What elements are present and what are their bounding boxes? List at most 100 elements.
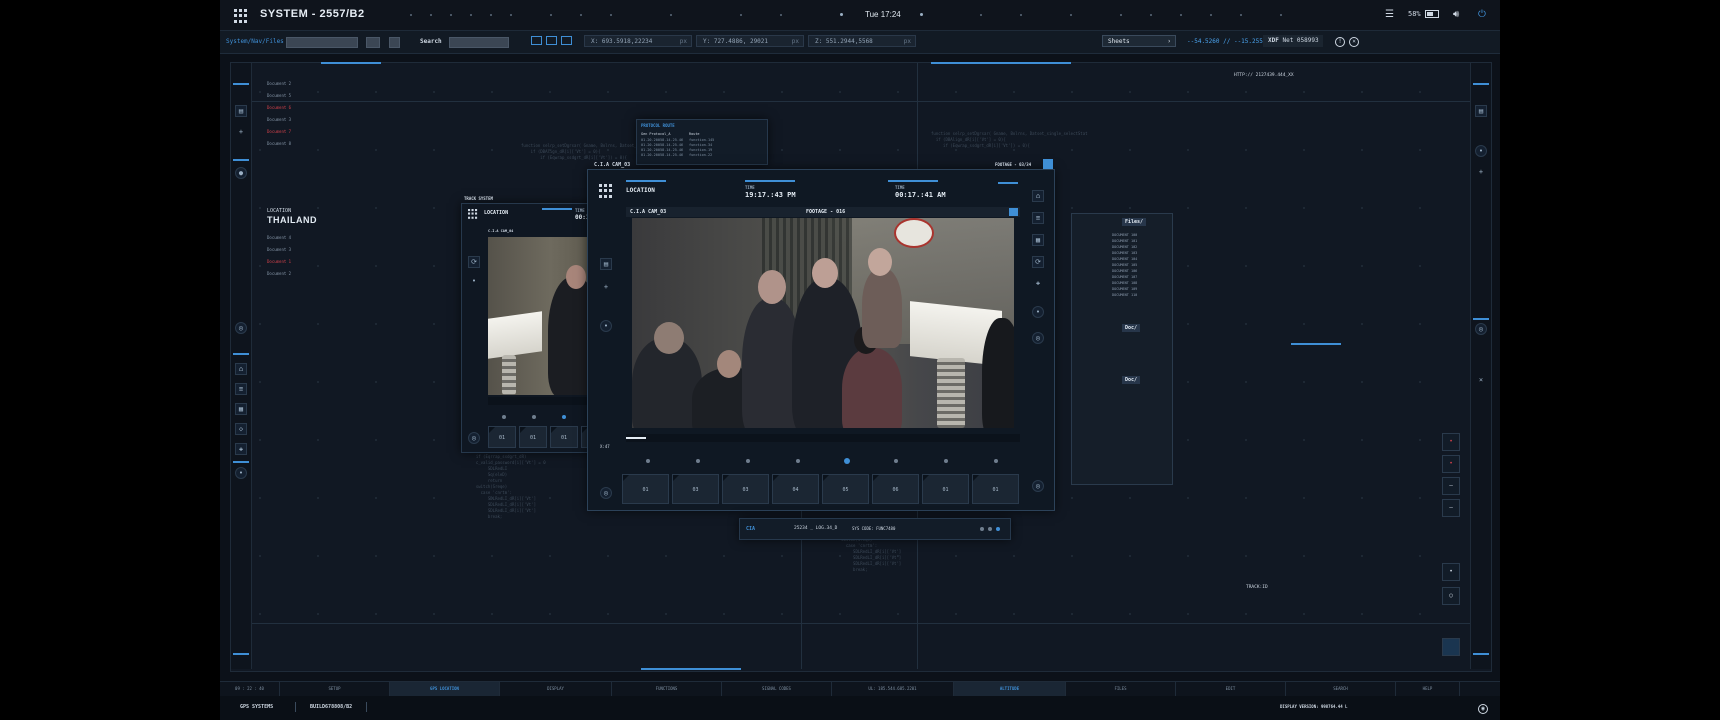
nav-item-display[interactable]: DISPLAY xyxy=(500,682,612,696)
document-item[interactable]: Document 7 xyxy=(267,129,291,134)
document-item[interactable]: Document 4 xyxy=(267,235,291,240)
crosshair-icon[interactable]: + xyxy=(235,127,247,139)
document-item[interactable]: Document 2 xyxy=(267,271,291,276)
coord-z-field[interactable]: Z: 551.2944,5568 px xyxy=(808,35,916,47)
thumbnail-3[interactable]: 01 xyxy=(550,426,578,448)
nav-item-files[interactable]: FILES xyxy=(1066,682,1176,696)
crosshair-icon[interactable]: + xyxy=(600,282,612,294)
sheets-select[interactable]: Sheets › xyxy=(1102,35,1176,47)
coord-x-field[interactable]: X: 693.5918,22234 px xyxy=(584,35,692,47)
refresh-icon[interactable]: ⟳ xyxy=(1032,256,1044,268)
info-icon[interactable]: ! xyxy=(1335,37,1345,47)
nav-item-signal-codes[interactable]: SIGNAL CODES xyxy=(722,682,832,696)
files-title[interactable]: Files/ xyxy=(1122,218,1147,226)
crosshair-icon[interactable]: + xyxy=(1475,167,1487,179)
camera-main-window[interactable]: C.I.A CAM_03 FOOTAGE - 03/34 LOCATION TI… xyxy=(587,159,1055,511)
minus-button[interactable]: – xyxy=(1442,477,1460,495)
document-item[interactable]: Document 8 xyxy=(267,141,291,146)
thumbnail-8[interactable]: 01 xyxy=(972,474,1019,504)
nav-item-09-22-40[interactable]: 09 : 22 : 40 xyxy=(220,682,280,696)
view-layout-icon[interactable] xyxy=(531,36,542,45)
xdf-field[interactable]: XDF Net 058993 xyxy=(1263,35,1323,47)
circle-button[interactable]: ○ xyxy=(1442,587,1460,605)
view-grid-icon[interactable] xyxy=(561,36,572,45)
layers-icon[interactable]: ≡ xyxy=(235,383,247,395)
nav-item-altitude[interactable]: ALTITUDE xyxy=(954,682,1066,696)
document-item[interactable]: Document 3 xyxy=(267,247,291,252)
list-icon[interactable]: ☰ xyxy=(1385,9,1394,20)
nav-item-gps-location[interactable]: GPS LOCATION xyxy=(390,682,500,696)
fullscreen-button[interactable] xyxy=(1009,208,1018,216)
settings-icon[interactable]: ◎ xyxy=(1032,332,1044,344)
circle-icon[interactable]: ● xyxy=(235,167,247,179)
search-input[interactable] xyxy=(449,37,509,48)
doc-folder-2[interactable]: Doc/ xyxy=(1122,376,1141,384)
dot-icon[interactable]: • xyxy=(600,320,612,332)
file-icon[interactable]: ▦ xyxy=(1032,234,1044,246)
thumbnail-2[interactable]: 03 xyxy=(672,474,719,504)
document-item[interactable]: Document 3 xyxy=(267,117,291,122)
nav-item-functions[interactable]: FUNCTIONS xyxy=(612,682,722,696)
file-icon[interactable]: ▦ xyxy=(235,403,247,415)
maximize-button[interactable] xyxy=(1043,159,1053,169)
globe-icon[interactable]: ◉ xyxy=(1478,704,1488,714)
nav-item-ul-185-544-685-2201[interactable]: UL: 185.544.685.2201 xyxy=(832,682,954,696)
plus-icon[interactable]: ✚ xyxy=(235,443,247,455)
footage-progress[interactable] xyxy=(626,434,1020,442)
volume-icon[interactable]: 🔊︎ xyxy=(1453,9,1459,20)
close-icon[interactable]: × xyxy=(1349,37,1359,47)
layers-icon[interactable]: ≡ xyxy=(1032,212,1044,224)
red-dot-button-2[interactable]: • xyxy=(1442,455,1460,473)
close-icon[interactable]: × xyxy=(1475,375,1487,387)
coord-y-field[interactable]: Y: 727.4886, 29021 px xyxy=(696,35,804,47)
settings-icon[interactable]: ◎ xyxy=(235,322,247,334)
active-tile-button[interactable] xyxy=(1442,638,1460,656)
document-icon[interactable]: ▤ xyxy=(1475,105,1487,117)
thumbnail-6[interactable]: 06 xyxy=(872,474,919,504)
settings-icon[interactable]: ◎ xyxy=(600,487,612,499)
thumbnail-1[interactable]: 01 xyxy=(622,474,669,504)
cam-03-feed[interactable] xyxy=(632,218,1014,428)
nav-item-help[interactable]: HELP xyxy=(1396,682,1460,696)
plus-icon[interactable]: ✚ xyxy=(1032,278,1044,290)
thumbnail-3[interactable]: 03 xyxy=(722,474,769,504)
thumbnail-2[interactable]: 01 xyxy=(519,426,547,448)
document-icon[interactable]: ▤ xyxy=(235,105,247,117)
document-item[interactable]: Document 5 xyxy=(267,93,291,98)
dropdown-select[interactable] xyxy=(366,37,380,48)
dot-button[interactable]: • xyxy=(1442,563,1460,581)
menu-grid-icon[interactable] xyxy=(234,9,248,23)
thumbnail-5[interactable]: 05 xyxy=(822,474,869,504)
dot-icon[interactable]: • xyxy=(1475,145,1487,157)
home-icon[interactable]: ⌂ xyxy=(1032,190,1044,202)
nav-item-setup[interactable]: SETUP xyxy=(280,682,390,696)
thumbnail-4[interactable]: 04 xyxy=(772,474,819,504)
toggle-box[interactable] xyxy=(389,37,400,48)
breadcrumb[interactable]: System/Nav/Files xyxy=(226,38,284,45)
settings-icon[interactable]: ◎ xyxy=(1475,323,1487,335)
refresh-icon[interactable]: ⟳ xyxy=(468,256,480,268)
doc-folder-1[interactable]: Doc/ xyxy=(1122,324,1141,332)
settings-icon[interactable]: ◎ xyxy=(1032,480,1044,492)
document-item[interactable]: Document 6 xyxy=(267,105,291,110)
dot-icon[interactable]: • xyxy=(468,276,480,288)
target-icon[interactable]: ◇ xyxy=(235,423,247,435)
menu-grid-icon[interactable] xyxy=(599,184,613,198)
document-item[interactable]: Document 1 xyxy=(267,259,291,264)
power-icon[interactable]: ⏻ xyxy=(1478,9,1486,20)
nav-item-search[interactable]: SEARCH xyxy=(1286,682,1396,696)
settings-icon[interactable]: ◎ xyxy=(468,432,480,444)
red-dot-button[interactable]: • xyxy=(1442,433,1460,451)
home-icon[interactable]: ⌂ xyxy=(235,363,247,375)
path-input[interactable] xyxy=(286,37,358,48)
thumbnail-1[interactable]: 01 xyxy=(488,426,516,448)
dot-icon[interactable]: • xyxy=(235,467,247,479)
minus-button-2[interactable]: – xyxy=(1442,499,1460,517)
thumbnail-7[interactable]: 01 xyxy=(922,474,969,504)
view-chart-icon[interactable] xyxy=(546,36,557,45)
dot-icon[interactable]: • xyxy=(1032,306,1044,318)
menu-grid-icon[interactable] xyxy=(468,209,478,219)
nav-item-edit[interactable]: EDIT xyxy=(1176,682,1286,696)
document-icon[interactable]: ▤ xyxy=(600,258,612,270)
document-item[interactable]: Document 2 xyxy=(267,81,291,86)
